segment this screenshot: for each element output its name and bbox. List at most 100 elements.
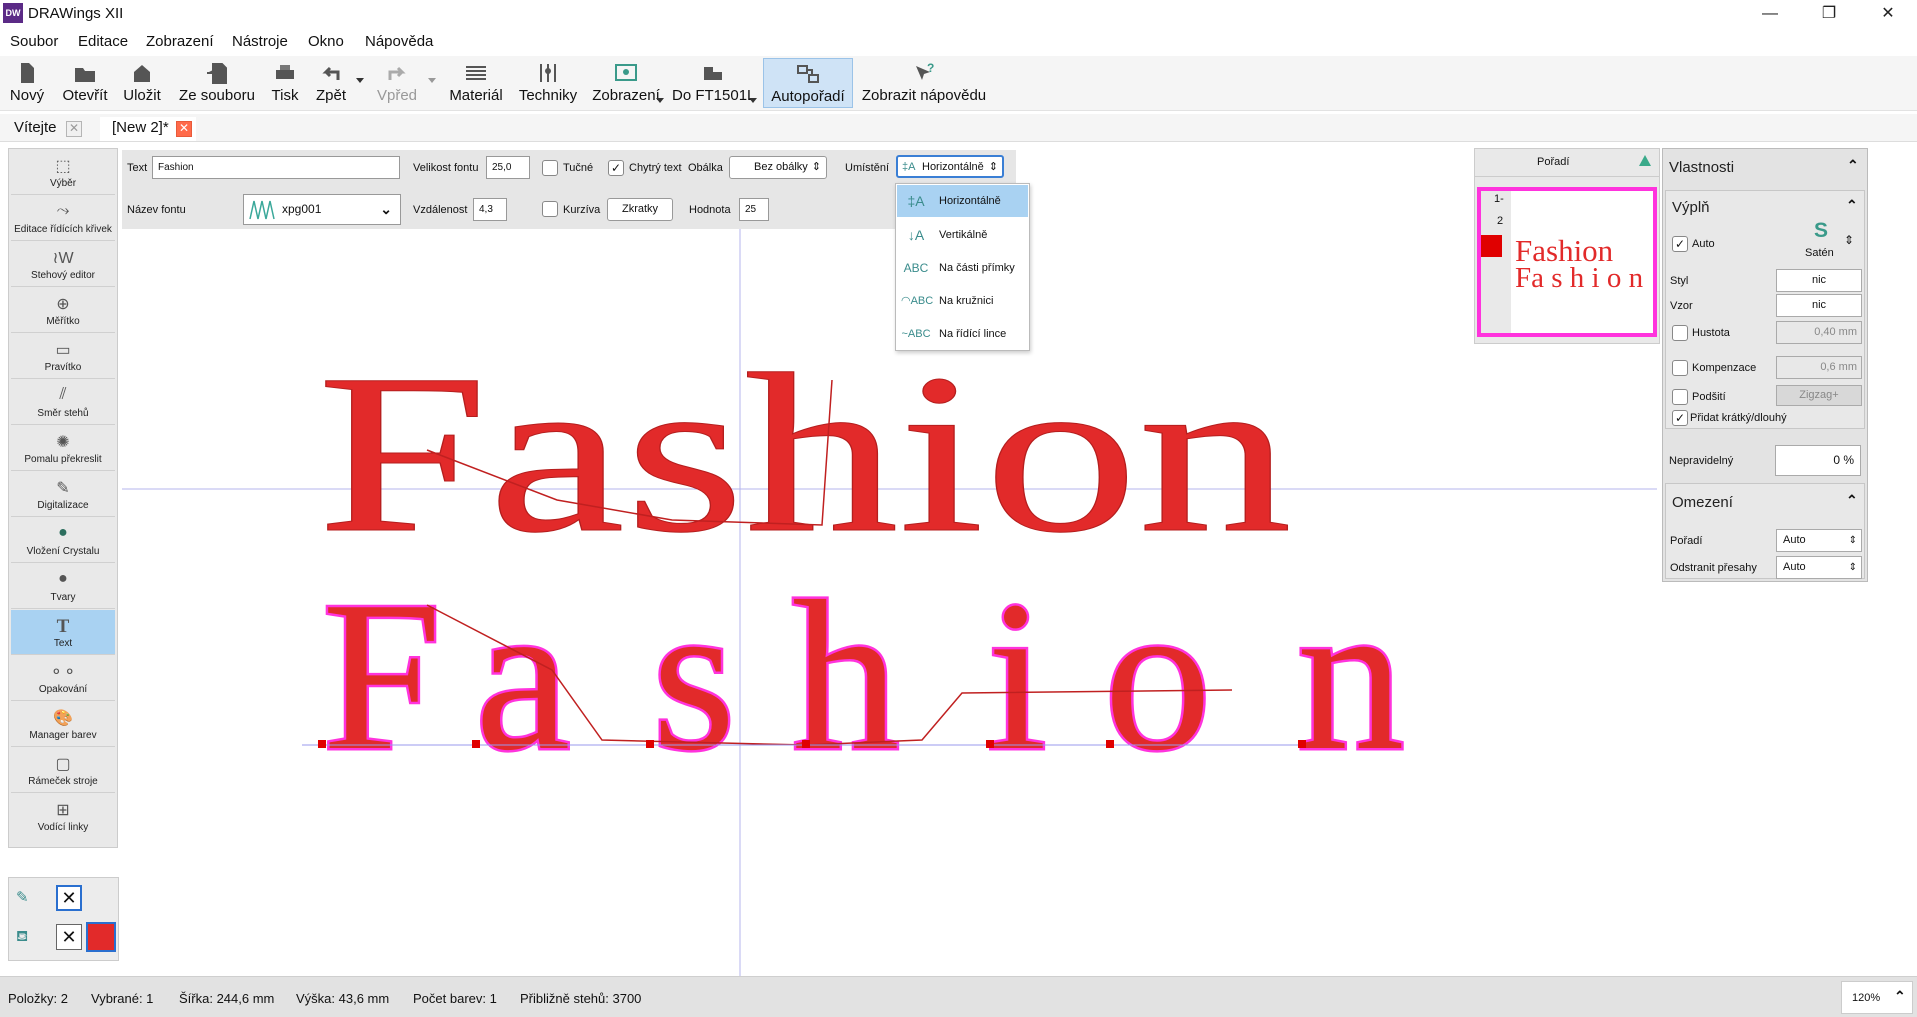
menu-nastroje[interactable]: Nástroje (232, 33, 288, 50)
minimize-icon[interactable]: — (1747, 2, 1793, 26)
order-select[interactable]: Auto ⇕ (1776, 529, 1862, 552)
letter-n[interactable]: n (1295, 554, 1408, 798)
text-object-fashion-spaced[interactable]: F a s h i o n (320, 554, 1408, 798)
tool-zoom[interactable]: ⊕ Měřítko (11, 288, 115, 333)
handle[interactable] (318, 740, 326, 748)
compensation-field[interactable]: 0,6 mm (1776, 356, 1862, 379)
style-field[interactable]: nic (1776, 269, 1862, 292)
handle[interactable] (1298, 740, 1306, 748)
tool-repeat[interactable]: ⚬⚬ Opakování (11, 656, 115, 701)
density-checkbox[interactable] (1672, 325, 1688, 341)
density-field[interactable]: 0,40 mm (1776, 321, 1862, 344)
redo-dropdown-icon[interactable] (428, 78, 436, 83)
chevron-up-icon[interactable]: ⌃ (1847, 157, 1859, 174)
chevron-up-icon[interactable]: ⌃ (1894, 988, 1906, 1005)
underlay-button[interactable]: Zigzag+ (1776, 385, 1862, 406)
handle[interactable] (1106, 740, 1114, 748)
close-tab-icon[interactable]: ✕ (66, 121, 82, 137)
tool-shapes[interactable]: ● Tvary (11, 564, 115, 609)
handle[interactable] (472, 740, 480, 748)
menu-soubor[interactable]: Soubor (10, 33, 58, 50)
close-tab-icon[interactable]: ✕ (176, 121, 192, 137)
machine-dropdown-icon[interactable] (749, 98, 757, 103)
trim-select[interactable]: Auto ⇕ (1776, 556, 1862, 579)
view-button[interactable]: Zobrazení (590, 58, 662, 108)
zoom-control[interactable]: 120% ⌃ (1841, 981, 1913, 1014)
design-canvas[interactable]: Fashion F a s h i o n (122, 150, 1854, 976)
chevron-up-icon[interactable]: ⌃ (1846, 197, 1858, 214)
text-input[interactable]: Fashion (152, 156, 400, 179)
font-size-input[interactable]: 25,0 (486, 156, 530, 179)
autosequence-button[interactable]: Autopořadí (763, 58, 853, 108)
irregular-field[interactable]: 0 % (1775, 445, 1861, 476)
send-to-machine-button[interactable]: Do FT1501L (672, 58, 755, 108)
letter-i[interactable]: i (985, 554, 1050, 798)
handle[interactable] (802, 740, 810, 748)
compensation-checkbox[interactable] (1672, 360, 1688, 376)
letter-h[interactable]: h (790, 554, 903, 798)
triangle-up-icon[interactable] (1639, 155, 1651, 166)
tool-hoop[interactable]: ▢ Rámeček stroje (11, 748, 115, 793)
option-circle[interactable]: ◠ABC Na kružnici (897, 285, 1028, 317)
option-line[interactable]: ABC Na části přímky (897, 252, 1028, 284)
underlay-checkbox[interactable] (1672, 389, 1688, 405)
menu-okno[interactable]: Okno (308, 33, 344, 50)
value-input[interactable]: 25 (739, 198, 769, 221)
tool-color-manager[interactable]: 🎨 Manager barev (11, 702, 115, 747)
bold-checkbox[interactable] (542, 160, 558, 176)
tool-stitch-editor[interactable]: ≀W Stehový editor (11, 242, 115, 287)
redo-button[interactable]: Vpřed (374, 58, 420, 108)
canvas-drawing[interactable]: Fashion F a s h i o n (122, 150, 1854, 976)
option-vertical[interactable]: ↓A Vertikálně (897, 219, 1028, 251)
show-help-button[interactable]: ? Zobrazit nápovědu (861, 58, 987, 108)
shortcuts-button[interactable]: Zkratky (607, 198, 673, 221)
tool-digitize[interactable]: ✎ Digitalizace (11, 472, 115, 517)
undo-button[interactable]: Zpět (312, 58, 350, 108)
text-object-fashion[interactable]: Fashion (317, 328, 1293, 581)
menu-napoveda[interactable]: Nápověda (365, 33, 433, 50)
letter-o[interactable]: o (1102, 554, 1215, 798)
print-button[interactable]: Tisk (268, 58, 302, 108)
restore-icon[interactable]: ❐ (1806, 2, 1852, 26)
updown-icon[interactable]: ⇕ (1844, 233, 1854, 247)
option-horizontal[interactable]: ‡A Horizontálně (897, 185, 1028, 217)
letter-s[interactable]: s (650, 554, 739, 798)
shortlong-checkbox[interactable]: ✓ (1672, 410, 1688, 426)
design-preview[interactable]: Fashion Fa s h i o n (1477, 187, 1657, 337)
pattern-field[interactable]: nic (1776, 294, 1862, 317)
open-button[interactable]: Otevřít (58, 58, 112, 108)
fill-color-none[interactable]: ✕ (56, 924, 82, 950)
satin-stitch-icon[interactable]: S (1814, 219, 1828, 243)
tool-guides[interactable]: ⊞ Vodící linky (11, 794, 115, 839)
tab-new-2[interactable]: [New 2]* ✕ (100, 117, 196, 141)
auto-checkbox[interactable]: ✓ (1672, 236, 1688, 252)
tool-crystal[interactable]: ● Vložení Crystalu (11, 518, 115, 563)
tool-slow-redraw[interactable]: ✺ Pomalu překreslit (11, 426, 115, 471)
menu-editace[interactable]: Editace (78, 33, 128, 50)
tool-stitch-direction[interactable]: ⫽ Směr stehů (11, 380, 115, 425)
outline-color-none[interactable]: ✕ (56, 885, 82, 911)
placement-select[interactable]: ‡A Horizontálně ⇕ (896, 155, 1004, 178)
handle[interactable] (646, 740, 654, 748)
chevron-up-icon[interactable]: ⌃ (1846, 492, 1858, 509)
save-button[interactable]: Uložit (120, 58, 164, 108)
handle[interactable] (986, 740, 994, 748)
view-dropdown-icon[interactable] (656, 98, 664, 103)
distance-input[interactable]: 4,3 (473, 198, 507, 221)
tool-ruler[interactable]: ▭ Pravítko (11, 334, 115, 379)
tab-welcome[interactable]: Vítejte ✕ (6, 117, 86, 141)
new-button[interactable]: Nový (6, 58, 48, 108)
menu-zobrazeni[interactable]: Zobrazení (146, 33, 214, 50)
letter-F[interactable]: F (320, 554, 445, 798)
tool-text[interactable]: T Text (11, 610, 115, 655)
fabric-button[interactable]: Materiál (446, 58, 506, 108)
font-name-select[interactable]: xpg001 ⌄ (243, 194, 401, 225)
smart-text-checkbox[interactable]: ✓ (608, 160, 624, 176)
close-window-icon[interactable]: ✕ (1865, 2, 1911, 26)
undo-dropdown-icon[interactable] (356, 78, 364, 83)
tool-select[interactable]: ⬚ Výběr (11, 150, 115, 195)
tool-edit-curves[interactable]: ⤳ Editace řídících křivek (11, 196, 115, 241)
import-button[interactable]: Ze souboru (176, 58, 258, 108)
option-curve[interactable]: ~ABC Na řídící lince (897, 318, 1028, 350)
fill-color-red[interactable] (86, 922, 116, 952)
